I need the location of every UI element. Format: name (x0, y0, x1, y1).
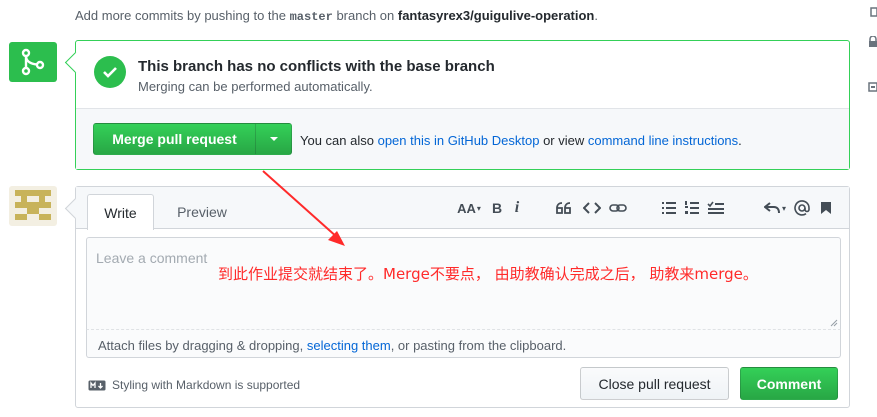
note-suffix: . (594, 8, 598, 23)
merge-options-dropdown[interactable] (255, 123, 292, 155)
chevron-down-icon: ▾ (476, 203, 481, 213)
caret-down-icon (269, 137, 278, 141)
push-commits-note: Add more commits by pushing to the maste… (75, 8, 598, 24)
open-in-desktop-link[interactable]: open this in GitHub Desktop (378, 133, 540, 148)
header-text-button[interactable]: AA ▾ (453, 198, 485, 218)
check-icon (94, 56, 126, 88)
close-pull-request-button[interactable]: Close pull request (580, 367, 729, 400)
file-attach-bar[interactable]: Attach files by dragging & dropping, sel… (86, 330, 841, 358)
note-middle: branch on (332, 8, 398, 23)
command-line-instructions-link[interactable]: command line instructions (588, 133, 738, 148)
tab-preview[interactable]: Preview (162, 194, 242, 229)
hint-middle: or view (539, 133, 588, 148)
reply-icon[interactable]: ▾ (761, 198, 789, 218)
merge-status-box: This branch has no conflicts with the ba… (75, 40, 850, 170)
mention-icon[interactable] (792, 198, 812, 218)
numbered-list-icon[interactable] (682, 198, 702, 218)
hint-prefix: You can also (300, 133, 378, 148)
unsubscribe-icon (868, 81, 877, 93)
note-prefix: Add more commits by pushing to the (75, 8, 290, 23)
annotation-text: 到此作业提交就结束了。Merge不要点， 由助教确认完成之后， 助教来merge… (218, 265, 758, 283)
git-merge-icon (9, 42, 57, 82)
code-icon[interactable] (581, 198, 603, 218)
header-text-label: AA (457, 200, 476, 216)
comment-button[interactable]: Comment (740, 367, 838, 400)
tab-write[interactable]: Write (87, 194, 154, 230)
merge-hint: You can also open this in GitHub Desktop… (300, 133, 742, 148)
attach-text: Attach files by dragging & dropping, sel… (98, 338, 566, 353)
markdown-note-label: Styling with Markdown is supported (112, 378, 301, 392)
quote-icon[interactable] (554, 198, 574, 218)
repo-name: fantasyrex3/guigulive-operation (397, 8, 595, 23)
merge-pull-request-button[interactable]: Merge pull request (93, 123, 256, 155)
merge-status-title: This branch has no conflicts with the ba… (138, 58, 495, 75)
bookmark-icon[interactable] (817, 198, 835, 218)
bulleted-list-icon[interactable] (659, 198, 679, 218)
chevron-down-icon: ▾ (781, 203, 786, 213)
avatar[interactable] (9, 186, 57, 226)
sidebar-edge-icon (868, 6, 877, 18)
markdown-note[interactable]: Styling with Markdown is supported (88, 378, 300, 392)
markdown-icon (88, 380, 106, 390)
resize-grip-icon[interactable] (830, 319, 838, 327)
attach-prefix: Attach files by dragging & dropping, (98, 338, 307, 353)
merge-status-subtitle: Merging can be performed automatically. (138, 79, 373, 94)
link-icon[interactable] (607, 198, 629, 218)
comment-form: Write Preview AA ▾ B i ▾ Leave a comment … (75, 186, 850, 408)
italic-button[interactable]: i (509, 198, 525, 218)
task-list-icon[interactable] (705, 198, 727, 218)
branch-name: master (289, 10, 333, 24)
attach-suffix: , or pasting from the clipboard. (390, 338, 567, 353)
select-files-link[interactable]: selecting them (307, 338, 391, 353)
lock-icon (868, 36, 877, 48)
bold-button[interactable]: B (488, 198, 506, 218)
comment-placeholder: Leave a comment (96, 250, 208, 266)
hint-suffix: . (738, 133, 742, 148)
